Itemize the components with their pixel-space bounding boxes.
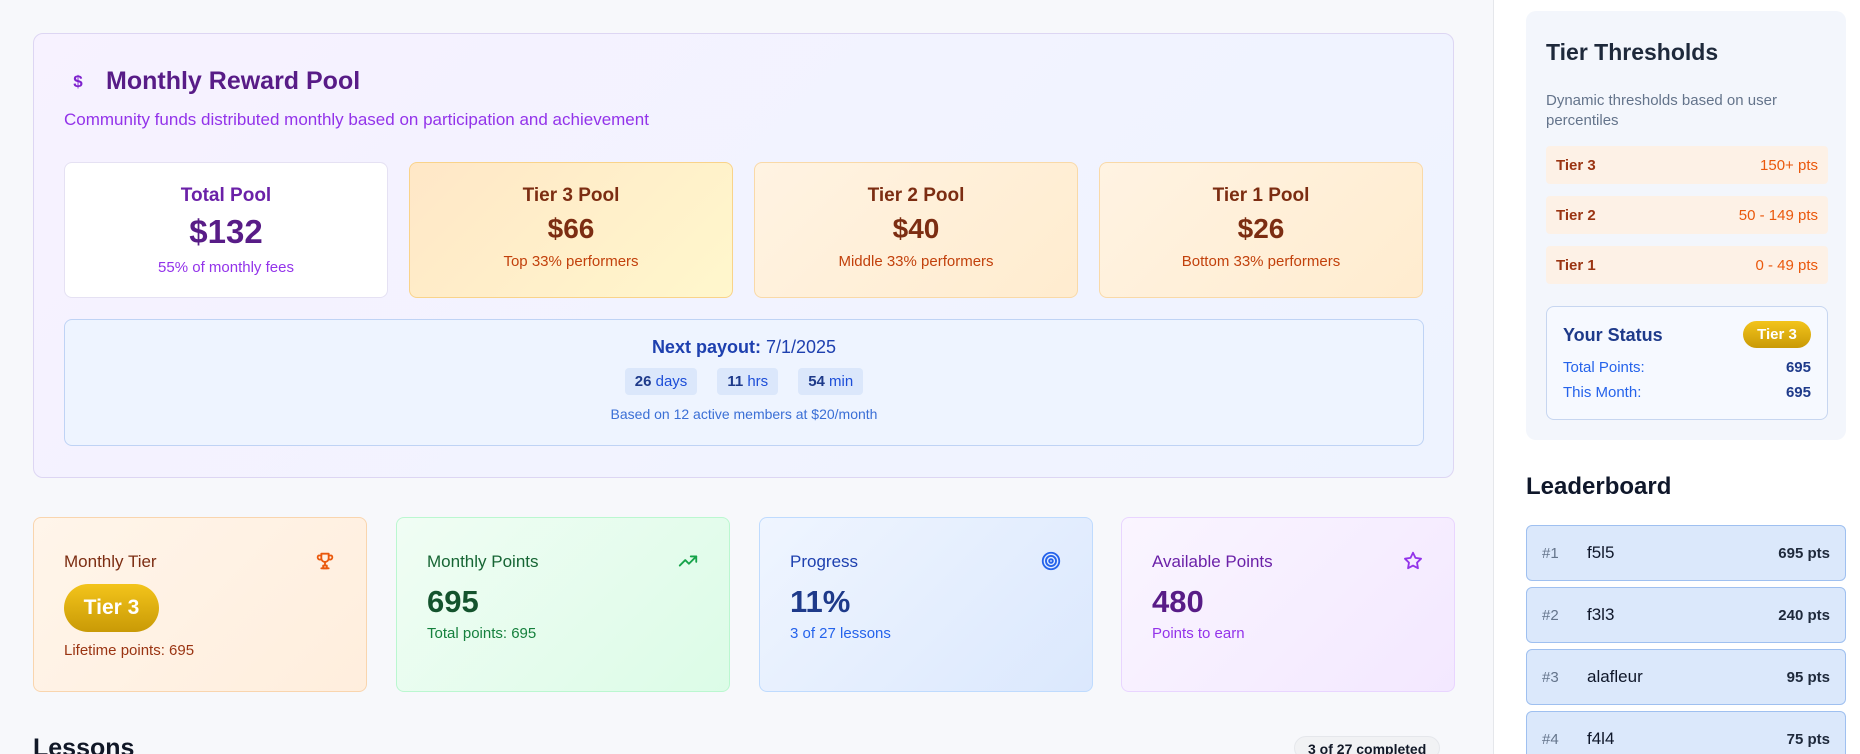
leaderboard-username: f3l3 — [1587, 605, 1615, 624]
your-status-card: Your Status Tier 3 Total Points: 695 Thi… — [1546, 306, 1828, 420]
countdown-hours: 11 hrs — [717, 368, 779, 395]
next-payout-line: Next payout: 7/1/2025 — [65, 337, 1423, 358]
payout-basis: Based on 12 active members at $20/month — [610, 406, 878, 422]
threshold-row-tier1: Tier 1 0 - 49 pts — [1546, 246, 1828, 284]
leaderboard-rank: #1 — [1542, 544, 1559, 562]
countdown-days-unit: days — [655, 373, 688, 390]
threshold-name: Tier 1 — [1556, 256, 1596, 274]
leaderboard-rank: #4 — [1542, 730, 1559, 748]
leaderboard-row[interactable]: #3 alafleur 95 pts — [1526, 649, 1846, 705]
reward-pool-subtitle: Community funds distributed monthly base… — [64, 110, 649, 129]
leaderboard-points: 240 pts — [1778, 606, 1830, 624]
leaderboard-points: 75 pts — [1786, 730, 1830, 748]
threshold-name: Tier 2 — [1556, 206, 1596, 224]
lifetime-points: Lifetime points: 695 — [64, 642, 195, 659]
next-payout-date: 7/1/2025 — [765, 337, 837, 357]
monthly-points-card: Monthly Points 695 Total points: 695 — [396, 517, 730, 692]
tier3-pool-note: Top 33% performers — [503, 253, 639, 270]
monthly-tier-label: Monthly Tier — [64, 552, 157, 571]
countdown-minutes-unit: min — [829, 373, 854, 390]
tier2-pool-note: Middle 33% performers — [838, 253, 994, 270]
reward-pool-panel: $ Monthly Reward Pool Community funds di… — [33, 33, 1454, 478]
tier-thresholds-panel: Tier Thresholds Dynamic thresholds based… — [1526, 11, 1846, 440]
countdown-minutes-value: 54 — [808, 373, 825, 390]
countdown-minutes: 54 min — [798, 368, 864, 395]
total-pool-card: Total Pool $132 55% of monthly fees — [64, 162, 388, 298]
status-total-points-value: 695 — [1785, 359, 1811, 376]
status-this-month-value: 695 — [1785, 384, 1811, 401]
threshold-range: 50 - 149 pts — [1738, 206, 1818, 224]
total-pool-value: $132 — [189, 213, 263, 250]
tier1-pool-note: Bottom 33% performers — [1181, 253, 1341, 270]
total-pool-note: 55% of monthly fees — [158, 259, 294, 276]
sidebar: Tier Thresholds Dynamic thresholds based… — [1493, 0, 1860, 754]
tier3-pool-card: Tier 3 Pool $66 Top 33% performers — [409, 162, 733, 298]
leaderboard-username: f5l5 — [1587, 543, 1615, 562]
next-payout-label: Next payout: — [651, 337, 761, 357]
target-icon — [1041, 551, 1061, 571]
total-points-note: Total points: 695 — [427, 625, 537, 642]
lessons-title: Lessons — [33, 734, 135, 754]
monthly-tier-card: Monthly Tier Tier 3 Lifetime points: 695 — [33, 517, 367, 692]
progress-card: Progress 11% 3 of 27 lessons — [759, 517, 1093, 692]
available-points-note: Points to earn — [1152, 625, 1245, 642]
progress-label: Progress — [790, 552, 859, 571]
tier3-pool-value: $66 — [547, 213, 595, 244]
your-status-title: Your Status — [1563, 325, 1663, 345]
tier2-pool-card: Tier 2 Pool $40 Middle 33% performers — [754, 162, 1078, 298]
leaderboard-points: 695 pts — [1778, 544, 1830, 562]
main-content: $ Monthly Reward Pool Community funds di… — [0, 0, 1493, 754]
leaderboard-title: Leaderboard — [1526, 473, 1672, 500]
lessons-progress-note: 3 of 27 lessons — [790, 625, 891, 642]
lessons-completed-badge: 3 of 27 completed — [1294, 736, 1441, 754]
countdown-hours-unit: hrs — [747, 373, 769, 390]
status-this-month: This Month: 695 — [1563, 384, 1811, 401]
leaderboard-row[interactable]: #1 f5l5 695 pts — [1526, 525, 1846, 581]
tier-thresholds-description: Dynamic thresholds based on user percent… — [1546, 92, 1777, 129]
total-pool-label: Total Pool — [180, 185, 272, 206]
available-points-label: Available Points — [1152, 552, 1273, 571]
reward-pool-title: Monthly Reward Pool — [106, 67, 361, 95]
leaderboard-row[interactable]: #4 f4l4 75 pts — [1526, 711, 1846, 754]
dollar-icon: $ — [73, 71, 83, 91]
leaderboard-rank: #2 — [1542, 606, 1559, 624]
threshold-row-tier3: Tier 3 150+ pts — [1546, 146, 1828, 184]
leaderboard-row[interactable]: #2 f3l3 240 pts — [1526, 587, 1846, 643]
progress-value: 11% — [790, 584, 851, 619]
tier1-pool-value: $26 — [1237, 213, 1285, 244]
tier3-pool-label: Tier 3 Pool — [522, 185, 620, 206]
leaderboard-username: alafleur — [1587, 667, 1643, 686]
status-total-points-label: Total Points: — [1563, 359, 1645, 376]
monthly-tier-badge: Tier 3 — [64, 584, 159, 632]
threshold-range: 0 - 49 pts — [1755, 256, 1818, 274]
reward-pool-header: $ Monthly Reward Pool — [64, 67, 360, 96]
countdown-days: 26 days — [624, 368, 698, 395]
countdown-hours-value: 11 — [727, 373, 744, 390]
tier1-pool-card: Tier 1 Pool $26 Bottom 33% performers — [1099, 162, 1423, 298]
star-icon — [1404, 551, 1422, 570]
threshold-range: 150+ pts — [1760, 156, 1818, 174]
status-this-month-label: This Month: — [1563, 384, 1642, 401]
available-points-card: Available Points 480 Points to earn — [1121, 517, 1455, 692]
tier-thresholds-title: Tier Thresholds — [1546, 39, 1719, 65]
leaderboard-rank: #3 — [1542, 668, 1559, 686]
status-total-points: Total Points: 695 — [1563, 359, 1811, 376]
available-points-value: 480 — [1152, 584, 1204, 619]
your-status-tier-badge: Tier 3 — [1743, 321, 1811, 348]
tier2-pool-label: Tier 2 Pool — [867, 185, 965, 206]
monthly-points-value: 695 — [427, 584, 479, 619]
leaderboard-points: 95 pts — [1786, 668, 1830, 686]
next-payout-panel: Next payout: 7/1/2025 26 days 11 hrs 54 … — [64, 319, 1424, 446]
leaderboard-username: f4l4 — [1587, 729, 1615, 748]
threshold-name: Tier 3 — [1556, 156, 1596, 174]
countdown: 26 days 11 hrs 54 min — [65, 368, 1423, 395]
trending-up-icon — [678, 555, 698, 567]
tier1-pool-label: Tier 1 Pool — [1212, 185, 1310, 206]
tier2-pool-value: $40 — [892, 213, 940, 244]
trophy-icon — [316, 552, 334, 570]
threshold-row-tier2: Tier 2 50 - 149 pts — [1546, 196, 1828, 234]
monthly-points-label: Monthly Points — [427, 552, 539, 571]
countdown-days-value: 26 — [634, 373, 652, 390]
